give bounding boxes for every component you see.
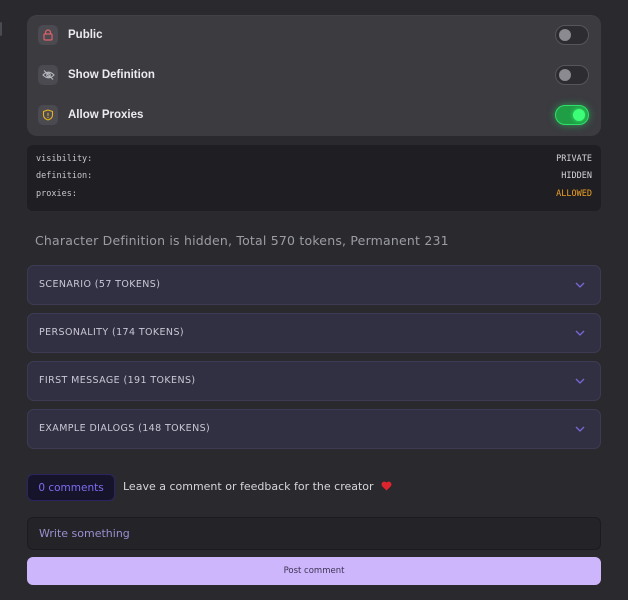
allow-proxies-toggle[interactable]: [555, 105, 589, 125]
setting-row-public: Public: [27, 15, 601, 55]
toggle-knob: [573, 109, 585, 121]
status-key: definition:: [36, 171, 93, 181]
post-comment-button[interactable]: Post comment: [27, 557, 601, 585]
shield-icon: [38, 105, 58, 125]
setting-row-allow-proxies: Allow Proxies: [27, 95, 601, 135]
chevron-down-icon: [575, 282, 585, 288]
status-line-definition: definition: HIDDEN: [36, 171, 592, 183]
toggle-knob: [559, 69, 571, 81]
comment-prompt-text: Leave a comment or feedback for the crea…: [123, 480, 374, 493]
lock-icon: [38, 25, 58, 45]
settings-card: Public Show Definition Allow Proxies: [27, 15, 601, 136]
status-line-proxies: proxies: ALLOWED: [36, 189, 592, 201]
accordion-example-dialogs[interactable]: EXAMPLE DIALOGS (148 TOKENS): [27, 409, 601, 449]
comment-input[interactable]: [27, 517, 601, 550]
status-box: visibility: PRIVATE definition: HIDDEN p…: [27, 145, 601, 211]
accordion-label: FIRST MESSAGE (191 TOKENS): [39, 375, 196, 386]
definition-summary: Character Definition is hidden, Total 57…: [35, 233, 449, 248]
comments-count-button[interactable]: 0 comments: [27, 474, 115, 501]
public-toggle[interactable]: [555, 25, 589, 45]
toggle-knob: [559, 29, 571, 41]
setting-label-allow-proxies: Allow Proxies: [68, 109, 144, 121]
status-value-allowed: ALLOWED: [556, 189, 592, 199]
status-line-visibility: visibility: PRIVATE: [36, 154, 592, 166]
setting-label-show-definition: Show Definition: [68, 69, 155, 81]
accordion-first-message[interactable]: FIRST MESSAGE (191 TOKENS): [27, 361, 601, 401]
chevron-down-icon: [575, 426, 585, 432]
chevron-down-icon: [575, 330, 585, 336]
left-panel-edge: [0, 22, 2, 36]
comment-prompt: Leave a comment or feedback for the crea…: [123, 480, 392, 493]
show-definition-toggle[interactable]: [555, 65, 589, 85]
accordion-personality[interactable]: PERSONALITY (174 TOKENS): [27, 313, 601, 353]
setting-label-public: Public: [68, 29, 103, 41]
status-value: HIDDEN: [561, 171, 592, 181]
setting-row-show-definition: Show Definition: [27, 55, 601, 95]
status-value: PRIVATE: [556, 154, 592, 164]
accordion-label: PERSONALITY (174 TOKENS): [39, 327, 184, 338]
accordion-scenario[interactable]: SCENARIO (57 TOKENS): [27, 265, 601, 305]
accordion-label: SCENARIO (57 TOKENS): [39, 279, 161, 290]
eye-off-icon: [38, 65, 58, 85]
chevron-down-icon: [575, 378, 585, 384]
heart-icon: [381, 481, 392, 491]
status-key: visibility:: [36, 154, 93, 164]
accordion-label: EXAMPLE DIALOGS (148 TOKENS): [39, 423, 211, 434]
status-key: proxies:: [36, 189, 77, 199]
